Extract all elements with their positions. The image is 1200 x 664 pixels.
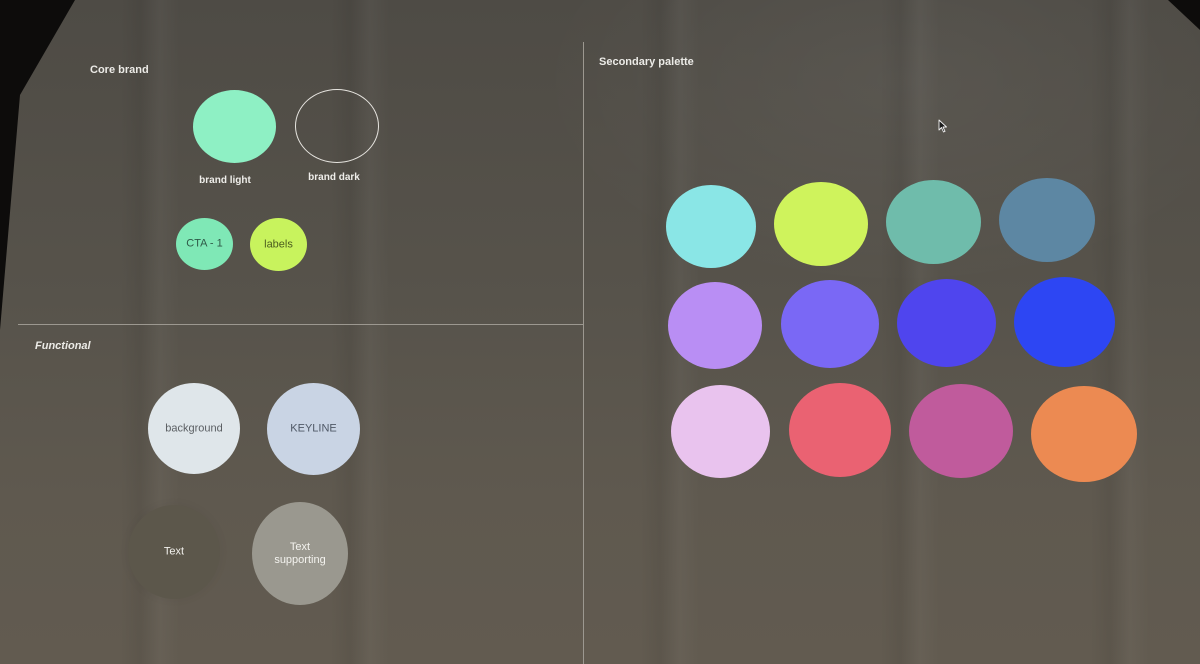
secondary-swatch: [886, 180, 981, 264]
functional-title: Functional: [35, 340, 91, 352]
secondary-swatch: [999, 178, 1095, 262]
keyline-label: KEYLINE: [290, 422, 337, 435]
text-supporting-label: Text supporting: [252, 541, 348, 567]
secondary-swatch: [789, 383, 891, 477]
labels-swatch: labels: [250, 218, 307, 271]
brand-dark-swatch: [295, 89, 379, 163]
text-swatch: Text: [128, 505, 220, 599]
keyline-swatch: KEYLINE: [267, 383, 360, 475]
core-brand-title: Core brand: [90, 64, 149, 76]
secondary-swatch: [666, 185, 756, 268]
horizontal-divider: [18, 324, 584, 325]
secondary-swatch: [1014, 277, 1115, 367]
cta-1-swatch: CTA - 1: [176, 218, 233, 270]
text-supporting-label-line-1: Text: [289, 540, 311, 553]
brand-light-swatch: [193, 90, 276, 163]
mouse-cursor-icon: [938, 119, 947, 133]
projector-screen: Core brand brand light brand dark CTA - …: [0, 0, 1200, 664]
secondary-swatch: [897, 279, 996, 367]
background-label: background: [165, 422, 223, 434]
secondary-swatch: [781, 280, 879, 368]
secondary-swatch: [909, 384, 1013, 478]
secondary-swatch: [671, 385, 770, 478]
text-supporting-swatch: Text supporting: [252, 502, 348, 605]
text-supporting-label-line-2: supporting: [274, 553, 326, 566]
secondary-palette-title: Secondary palette: [599, 56, 694, 68]
secondary-swatch: [774, 182, 868, 266]
background-swatch: background: [148, 383, 240, 474]
vertical-divider: [583, 42, 584, 664]
brand-dark-label: brand dark: [308, 172, 360, 183]
secondary-swatch: [1031, 386, 1137, 482]
cta-1-label: CTA - 1: [186, 237, 223, 250]
brand-light-label: brand light: [199, 175, 251, 186]
labels-label: labels: [264, 238, 293, 250]
text-label: Text: [163, 545, 185, 558]
secondary-swatch: [668, 282, 762, 369]
